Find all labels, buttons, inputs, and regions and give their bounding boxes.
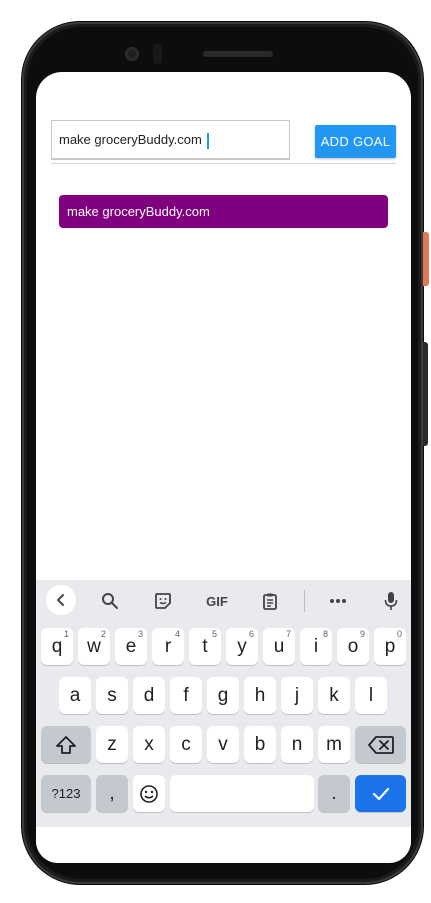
key-t[interactable]: t5 [189, 628, 221, 665]
checkmark-icon [372, 787, 389, 800]
goal-input-row: ADD GOAL [51, 120, 396, 164]
key-x[interactable]: x [133, 726, 165, 763]
key-o[interactable]: o9 [337, 628, 369, 665]
key-r[interactable]: r4 [152, 628, 184, 665]
key-i[interactable]: i8 [300, 628, 332, 665]
emoji-icon [140, 784, 158, 803]
key-a[interactable]: a [59, 677, 91, 714]
microphone-icon[interactable] [379, 590, 403, 612]
backspace-icon [367, 735, 394, 754]
sticker-icon[interactable] [151, 590, 175, 612]
key-s[interactable]: s [96, 677, 128, 714]
keyboard-toolbar: GIF [36, 580, 411, 620]
period-key[interactable]: . [318, 775, 350, 812]
toolbar-divider [304, 590, 305, 612]
shift-icon [56, 735, 76, 754]
key-j[interactable]: j [281, 677, 313, 714]
text-cursor [207, 133, 209, 149]
key-z[interactable]: z [96, 726, 128, 763]
key-d[interactable]: d [133, 677, 165, 714]
emoji-key[interactable] [133, 775, 165, 812]
backspace-key[interactable] [355, 726, 406, 763]
key-q[interactable]: q1 [41, 628, 73, 665]
key-m[interactable]: m [318, 726, 350, 763]
key-e[interactable]: e3 [115, 628, 147, 665]
earpiece-speaker [203, 51, 273, 57]
power-button[interactable] [423, 232, 429, 286]
shift-key[interactable] [41, 726, 91, 763]
key-k[interactable]: k [318, 677, 350, 714]
front-camera [125, 47, 139, 61]
key-u[interactable]: u7 [263, 628, 295, 665]
volume-button[interactable] [423, 342, 428, 446]
key-w[interactable]: w2 [78, 628, 110, 665]
key-n[interactable]: n [281, 726, 313, 763]
gif-button[interactable]: GIF [202, 590, 232, 612]
clipboard-icon[interactable] [258, 590, 282, 612]
key-b[interactable]: b [244, 726, 276, 763]
soft-keyboard: GIF q1 w2 e3 r4 t5 y6 u7 i8 o9 p0 a s d … [36, 580, 411, 827]
comma-key[interactable]: , [96, 775, 128, 812]
key-p[interactable]: p0 [374, 628, 406, 665]
key-l[interactable]: l [355, 677, 387, 714]
key-g[interactable]: g [207, 677, 239, 714]
chevron-left-icon[interactable] [46, 585, 76, 615]
key-h[interactable]: h [244, 677, 276, 714]
more-icon[interactable] [326, 590, 350, 612]
space-bar[interactable] [170, 775, 314, 812]
navigation-area [36, 827, 411, 863]
input-divider [51, 163, 396, 164]
key-y[interactable]: y6 [226, 628, 258, 665]
goal-list-item[interactable]: make groceryBuddy.com [59, 195, 388, 228]
enter-key[interactable] [355, 775, 406, 812]
camera-sensor [153, 44, 162, 64]
search-icon[interactable] [98, 590, 122, 612]
key-v[interactable]: v [207, 726, 239, 763]
goal-input[interactable] [51, 120, 290, 160]
add-goal-button[interactable]: ADD GOAL [315, 125, 396, 158]
key-f[interactable]: f [170, 677, 202, 714]
symbols-key[interactable]: ?123 [41, 775, 91, 812]
screen: ADD GOAL make groceryBuddy.com GIF [36, 72, 411, 863]
key-c[interactable]: c [170, 726, 202, 763]
